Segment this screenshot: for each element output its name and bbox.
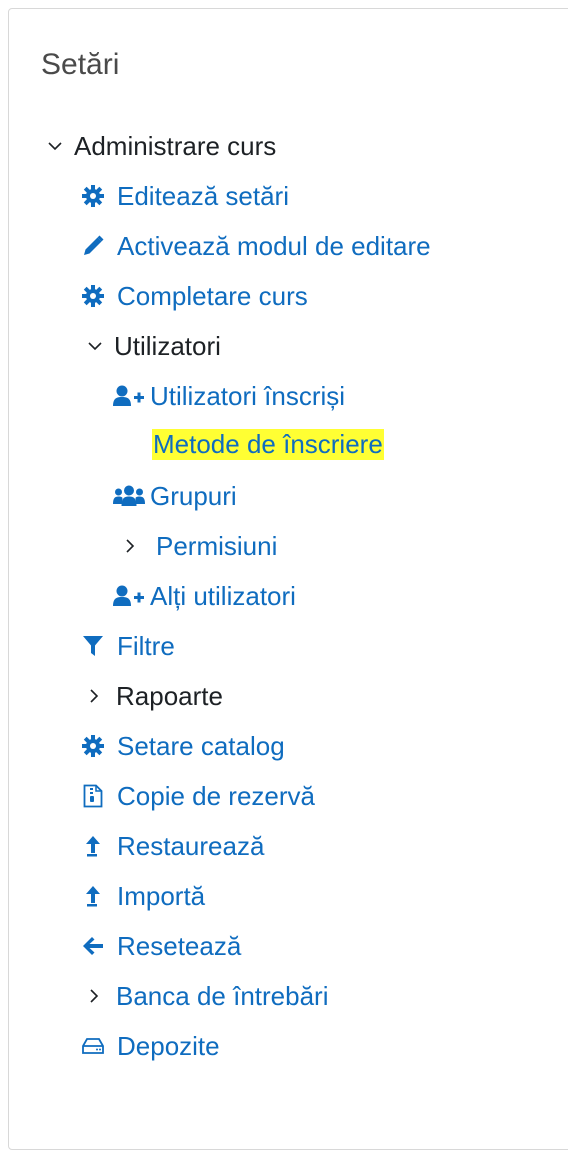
reset-link[interactable]: Resetează: [79, 926, 241, 966]
backup-label: Copie de rezervă: [117, 780, 315, 811]
gear-icon: [79, 285, 107, 307]
repositories-label: Depozite: [117, 1030, 220, 1061]
other-users-label: Alți utilizatori: [150, 580, 296, 611]
other-users-link[interactable]: Alți utilizatori: [112, 576, 296, 616]
enrolled-users-label: Utilizatori înscriși: [150, 380, 346, 411]
import-label: Importă: [117, 880, 206, 911]
enrolled-users-link[interactable]: Utilizatori înscriși: [112, 376, 345, 416]
file-archive-icon: [79, 784, 107, 808]
import-link[interactable]: Importă: [79, 876, 205, 916]
users-label: Utilizatori: [114, 330, 221, 361]
chevron-right-icon: [120, 539, 140, 553]
pencil-icon: [79, 235, 107, 257]
repositories-link[interactable]: Depozite: [79, 1026, 220, 1066]
reset-label: Resetează: [117, 930, 242, 961]
edit-mode-label: Activează modul de editare: [117, 230, 431, 261]
chevron-right-icon: [84, 689, 104, 703]
gear-icon: [79, 185, 107, 207]
user-plus-icon: [112, 585, 146, 607]
filters-link[interactable]: Filtre: [79, 626, 175, 666]
enrolment-methods-label: Metode de înscriere: [152, 428, 384, 460]
chevron-down-icon: [44, 141, 66, 151]
upload-arrow-icon: [79, 885, 107, 907]
restore-label: Restaurează: [117, 830, 265, 861]
permissions-label: Permisiuni: [156, 530, 278, 561]
tree-node-permissions[interactable]: Permisiuni: [120, 526, 277, 566]
upload-arrow-icon: [79, 835, 107, 857]
filter-icon: [79, 635, 107, 657]
edit-mode-link[interactable]: Activează modul de editare: [79, 226, 431, 266]
edit-settings-link[interactable]: Editează setări: [79, 176, 289, 216]
question-bank-label: Banca de întrebări: [116, 980, 329, 1011]
user-plus-icon: [112, 385, 146, 407]
arrow-left-icon: [79, 936, 107, 956]
filters-label: Filtre: [117, 630, 175, 661]
restore-link[interactable]: Restaurează: [79, 826, 264, 866]
gear-icon: [79, 735, 107, 757]
hdd-icon: [79, 1037, 107, 1055]
groups-link[interactable]: Grupuri: [112, 476, 237, 516]
course-completion-link[interactable]: Completare curs: [79, 276, 308, 316]
course-completion-label: Completare curs: [117, 280, 308, 311]
groups-label: Grupuri: [150, 480, 237, 511]
backup-link[interactable]: Copie de rezervă: [79, 776, 315, 816]
tree-node-reports[interactable]: Rapoarte: [84, 676, 223, 716]
enrolment-methods-link[interactable]: Metode de înscriere: [152, 424, 384, 464]
users-group-icon: [112, 485, 146, 507]
tree-node-question-bank[interactable]: Banca de întrebări: [84, 976, 328, 1016]
block-title: Setări: [41, 48, 120, 81]
tree-node-course-admin[interactable]: Administrare curs: [44, 126, 276, 166]
course-admin-label: Administrare curs: [74, 130, 277, 161]
gradebook-setup-label: Setare catalog: [117, 730, 285, 761]
chevron-right-icon: [84, 989, 104, 1003]
gradebook-setup-link[interactable]: Setare catalog: [79, 726, 285, 766]
tree-node-users[interactable]: Utilizatori: [84, 326, 221, 366]
reports-label: Rapoarte: [116, 680, 223, 711]
chevron-down-icon: [84, 341, 106, 351]
edit-settings-label: Editează setări: [117, 180, 289, 211]
